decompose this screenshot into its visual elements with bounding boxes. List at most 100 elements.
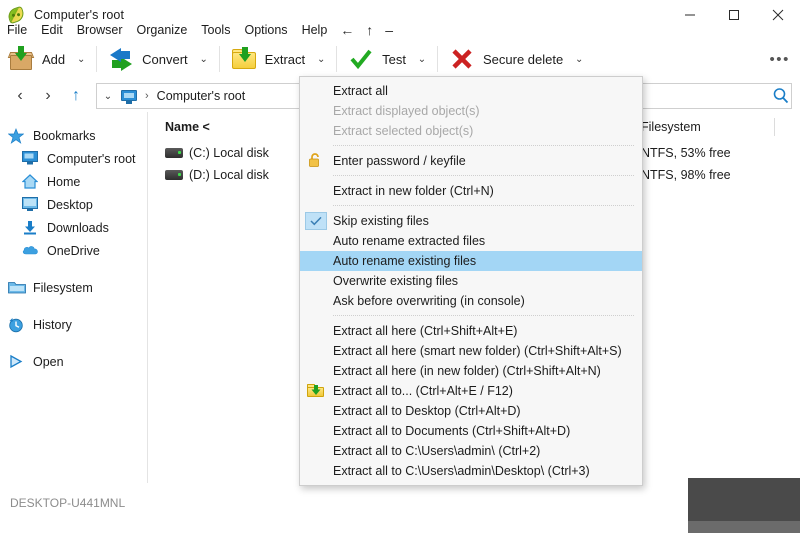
menu-item-enter-password-keyfile[interactable]: Enter password / keyfile (300, 151, 642, 171)
table-row[interactable]: (D:) Local disk (165, 164, 269, 186)
toolbar-overflow-button[interactable]: ••• (769, 40, 790, 78)
row-filesystem: NTFS, 53% free (641, 146, 731, 160)
menu-bar: File Edit Browser Organize Tools Options… (0, 19, 800, 41)
menu-item-auto-rename-existing-files[interactable]: Auto rename existing files (300, 251, 642, 271)
column-divider[interactable] (774, 118, 775, 136)
sidebar-item-bookmarks[interactable]: Bookmarks (0, 124, 147, 147)
address-dropdown-caret-icon[interactable]: ⌄ (97, 91, 119, 102)
computer-monitor-icon (121, 90, 137, 103)
folder-icon (8, 280, 26, 296)
secure-delete-button[interactable]: Secure delete (441, 41, 567, 77)
test-button[interactable]: Test (340, 41, 410, 77)
add-button[interactable]: Add (0, 41, 69, 77)
extract-dropdown-caret-icon[interactable]: ⌄ (309, 41, 333, 77)
extract-button[interactable]: Extract (223, 41, 309, 77)
sidebar-item-label: Open (33, 355, 64, 369)
menu-item-extract-all-here-smart-new-folder[interactable]: Extract all here (smart new folder) (Ctr… (300, 341, 642, 361)
column-header-filesystem[interactable]: Filesystem (641, 120, 701, 134)
add-button-label: Add (42, 52, 65, 67)
lock-icon (308, 153, 322, 168)
menu-separator (333, 315, 634, 317)
menu-item-overwrite-existing-files[interactable]: Overwrite existing files (300, 271, 642, 291)
sidebar-item-open[interactable]: Open (0, 350, 147, 373)
menu-item-extract-all[interactable]: Extract all (300, 81, 642, 101)
extract-folder-icon (231, 46, 257, 72)
menu-item-skip-existing-files[interactable]: Skip existing files (300, 211, 642, 231)
menu-item-organize[interactable]: Organize (130, 21, 195, 39)
home-icon (22, 174, 40, 190)
column-header-name[interactable]: Name < (165, 120, 210, 134)
drive-icon (165, 169, 183, 181)
convert-dropdown-caret-icon[interactable]: ⌄ (192, 41, 216, 77)
breadcrumb-separator-icon: › (139, 90, 157, 102)
convert-button-label: Convert (142, 52, 188, 67)
menu-item-extract-selected-objects: Extract selected object(s) (300, 121, 642, 141)
test-button-label: Test (382, 52, 406, 67)
sidebar-item-onedrive[interactable]: OneDrive (0, 239, 147, 262)
row-filesystem: NTFS, 98% free (641, 168, 731, 182)
sidebar-item-computers-root[interactable]: Computer's root (0, 147, 147, 170)
menu-separator (333, 145, 634, 147)
menu-separator (333, 205, 634, 207)
desktop-icon (22, 197, 40, 213)
convert-arrows-icon (108, 46, 134, 72)
download-arrow-icon (22, 220, 40, 236)
nav-back-button[interactable]: ‹ (6, 82, 34, 110)
secure-delete-x-icon (449, 46, 475, 72)
sidebar-item-label: Home (47, 175, 80, 189)
menu-item-browser[interactable]: Browser (70, 21, 130, 39)
test-check-icon (348, 46, 374, 72)
sidebar-item-filesystem[interactable]: Filesystem (0, 276, 147, 299)
test-dropdown-caret-icon[interactable]: ⌄ (410, 41, 434, 77)
convert-button[interactable]: Convert (100, 41, 192, 77)
menu-item-options[interactable]: Options (237, 21, 294, 39)
row-name: (D:) Local disk (189, 168, 269, 182)
menubar-up-arrow-icon[interactable]: ↑ (360, 20, 379, 40)
nav-forward-button[interactable]: › (34, 82, 62, 110)
menu-item-label: Extract all to... (Ctrl+Alt+E / F12) (333, 384, 513, 398)
menu-item-extract-all-here-in-new-folder[interactable]: Extract all here (in new folder) (Ctrl+S… (300, 361, 642, 381)
menubar-back-arrow-icon[interactable]: ← (334, 20, 360, 40)
menu-item-label: Skip existing files (333, 214, 429, 228)
check-icon (305, 212, 327, 230)
toolbar-divider (437, 46, 438, 72)
menu-item-tools[interactable]: Tools (194, 21, 237, 39)
table-row[interactable]: (C:) Local disk (165, 142, 269, 164)
extract-folder-icon (307, 384, 324, 397)
menu-item-extract-all-to-users-admin[interactable]: Extract all to C:\Users\admin\ (Ctrl+2) (300, 441, 642, 461)
peazip-window: Computer's root File Edit Browser Organi… (0, 0, 800, 533)
menu-item-extract-all-here[interactable]: Extract all here (Ctrl+Shift+Alt+E) (300, 321, 642, 341)
sidebar-item-desktop[interactable]: Desktop (0, 193, 147, 216)
desktop-background-strip (688, 478, 800, 533)
menubar-minimize-dash-icon[interactable]: – (379, 20, 399, 40)
sidebar-item-label: Desktop (47, 198, 93, 212)
sidebar-item-history[interactable]: History (0, 313, 147, 336)
menu-item-extract-all-to-users-admin-desktop[interactable]: Extract all to C:\Users\admin\Desktop\ (… (300, 461, 642, 481)
toolbar-divider (219, 46, 220, 72)
nav-up-button[interactable]: ↑ (62, 82, 90, 110)
drive-icon (165, 147, 183, 159)
sidebar-item-downloads[interactable]: Downloads (0, 216, 147, 239)
menu-item-label: Enter password / keyfile (333, 154, 466, 168)
row-name: (C:) Local disk (189, 146, 269, 160)
computer-name-status: DESKTOP-U441MNL (10, 496, 125, 510)
menu-item-extract-all-to[interactable]: Extract all to... (Ctrl+Alt+E / F12) (300, 381, 642, 401)
sidebar-item-label: History (33, 318, 72, 332)
menu-item-auto-rename-extracted-files[interactable]: Auto rename extracted files (300, 231, 642, 251)
history-clock-icon (8, 317, 26, 333)
menu-item-file[interactable]: File (0, 21, 34, 39)
search-icon[interactable] (772, 87, 790, 105)
sidebar-item-label: OneDrive (47, 244, 100, 258)
secure-delete-dropdown-caret-icon[interactable]: ⌄ (567, 41, 591, 77)
menu-item-ask-before-overwriting[interactable]: Ask before overwriting (in console) (300, 291, 642, 311)
menu-item-extract-all-to-desktop[interactable]: Extract all to Desktop (Ctrl+Alt+D) (300, 401, 642, 421)
add-dropdown-caret-icon[interactable]: ⌄ (69, 41, 93, 77)
status-bar: DESKTOP-U441MNL (0, 483, 800, 533)
menu-item-extract-in-new-folder[interactable]: Extract in new folder (Ctrl+N) (300, 181, 642, 201)
sidebar-item-label: Bookmarks (33, 129, 96, 143)
menu-item-extract-all-to-documents[interactable]: Extract all to Documents (Ctrl+Shift+Alt… (300, 421, 642, 441)
menu-item-help[interactable]: Help (295, 21, 335, 39)
toolbar-divider (96, 46, 97, 72)
sidebar-item-home[interactable]: Home (0, 170, 147, 193)
menu-item-edit[interactable]: Edit (34, 21, 70, 39)
